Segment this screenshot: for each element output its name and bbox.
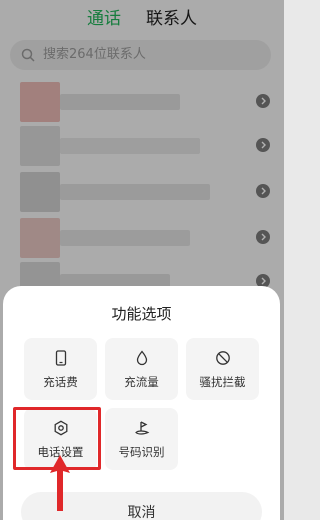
red-arrow-annotation [50,455,70,511]
recharge-data-option[interactable]: 充流量 [105,338,178,400]
spam-block-option[interactable]: 骚扰拦截 [186,338,259,400]
number-identify-option[interactable]: 号码识别 [105,408,178,470]
option-label: 充流量 [124,375,159,389]
location-pin-icon [134,421,149,435]
sheet-title: 功能选项 [111,305,172,323]
option-label: 号码识别 [118,445,165,459]
option-label: 充话费 [43,375,78,389]
phone-icon [55,350,66,366]
water-drop-icon [136,350,147,366]
block-icon [215,351,230,365]
option-label: 骚扰拦截 [199,375,246,389]
function-options-sheet: 功能选项 充话费 充流量 骚扰拦截 电话设置 号码识别 取消 [3,286,280,520]
recharge-credit-option[interactable]: 充话费 [24,338,97,400]
